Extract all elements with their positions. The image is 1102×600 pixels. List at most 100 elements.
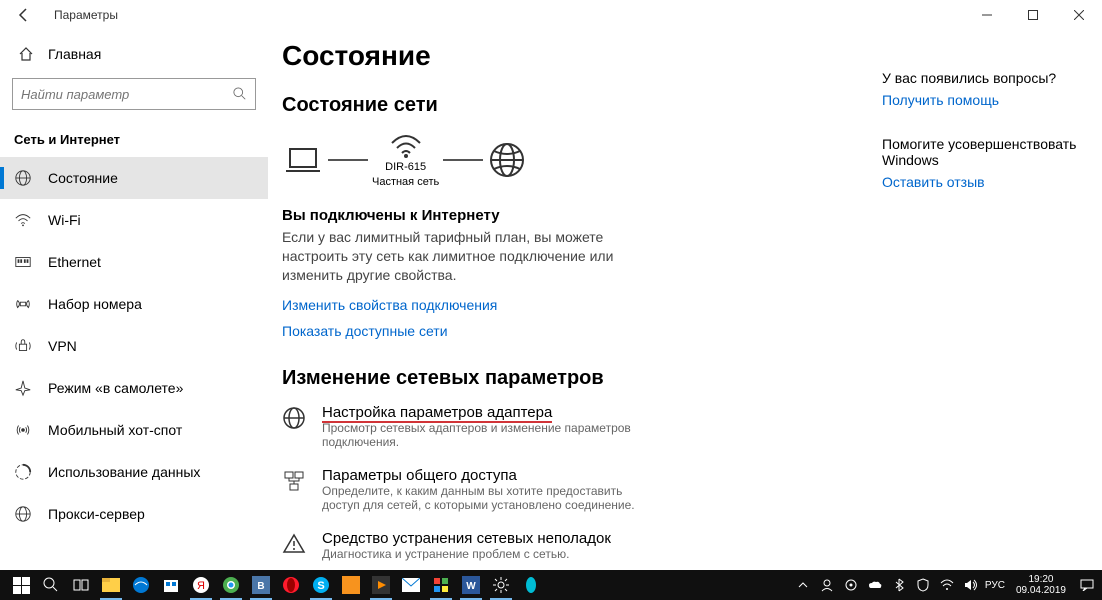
home-icon xyxy=(18,46,34,62)
tray-clock[interactable]: 19:20 09.04.2019 xyxy=(1010,574,1072,596)
taskbar-app-explorer[interactable] xyxy=(96,570,126,600)
taskbar-search[interactable] xyxy=(36,570,66,600)
link-get-help[interactable]: Получить помощь xyxy=(882,92,999,108)
tray-defender-icon[interactable] xyxy=(914,578,932,592)
sidebar-item-ethernet[interactable]: Ethernet xyxy=(0,241,268,283)
hotspot-icon xyxy=(14,421,32,439)
change-params-header: Изменение сетевых параметров xyxy=(282,367,1062,390)
start-button[interactable] xyxy=(6,570,36,600)
sidebar-item-hotspot[interactable]: Мобильный хот-спот xyxy=(0,409,268,451)
sidebar-item-proxy[interactable]: Прокси-сервер xyxy=(0,493,268,535)
link-feedback[interactable]: Оставить отзыв xyxy=(882,174,985,190)
taskbar-app-media[interactable] xyxy=(366,570,396,600)
taskbar-app-vk[interactable]: B xyxy=(246,570,276,600)
sidebar-item-airplane[interactable]: Режим «в самолете» xyxy=(0,367,268,409)
page-title: Состояние xyxy=(282,40,1062,72)
right-panel: У вас появились вопросы? Получить помощь… xyxy=(882,70,1082,218)
tray-people-icon[interactable] xyxy=(818,578,836,592)
svg-text:Я: Я xyxy=(197,580,205,592)
sidebar-home[interactable]: Главная xyxy=(0,36,268,72)
dialup-icon xyxy=(14,295,32,313)
sidebar-item-label: VPN xyxy=(48,338,77,354)
sidebar-item-label: Wi-Fi xyxy=(48,212,81,228)
wifi-name: DIR-615 xyxy=(385,161,426,174)
tray-location-icon[interactable] xyxy=(842,579,860,591)
connection-line xyxy=(328,159,368,161)
taskbar-app-game[interactable] xyxy=(426,570,456,600)
sidebar-item-label: Состояние xyxy=(48,170,118,186)
connected-body: Если у вас лимитный тарифный план, вы мо… xyxy=(282,228,662,285)
sharing-icon xyxy=(282,469,306,493)
action-desc: Диагностика и устранение проблем с сетью… xyxy=(322,547,611,561)
taskbar-app-edge[interactable] xyxy=(126,570,156,600)
maximize-button[interactable] xyxy=(1010,0,1056,30)
taskbar-app-store[interactable] xyxy=(156,570,186,600)
connection-line xyxy=(443,159,483,161)
sidebar-item-dialup[interactable]: Набор номера xyxy=(0,283,268,325)
feedback-question: Помогите усовершенствовать Windows xyxy=(882,136,1082,168)
tray-onedrive-icon[interactable] xyxy=(866,580,884,590)
data-usage-icon xyxy=(14,463,32,481)
action-sharing-settings[interactable]: Параметры общего доступа Определите, к к… xyxy=(282,467,1062,512)
taskbar-app-mail[interactable] xyxy=(396,570,426,600)
svg-text:S: S xyxy=(317,580,324,592)
sidebar-home-label: Главная xyxy=(48,46,101,62)
wifi-icon xyxy=(14,211,32,229)
system-tray: РУС 19:20 09.04.2019 xyxy=(794,574,1096,596)
sidebar-item-status[interactable]: Состояние xyxy=(0,157,268,199)
action-title: Средство устранения сетевых неполадок xyxy=(322,530,611,547)
sidebar-item-label: Использование данных xyxy=(48,464,200,480)
sidebar: Главная Сеть и Интернет Состояние Wi-Fi … xyxy=(0,30,268,570)
sidebar-item-datausage[interactable]: Использование данных xyxy=(0,451,268,493)
search-input[interactable] xyxy=(21,87,233,102)
sidebar-item-label: Режим «в самолете» xyxy=(48,380,183,396)
action-desc: Просмотр сетевых адаптеров и изменение п… xyxy=(322,421,662,449)
wifi-icon xyxy=(388,131,424,159)
sidebar-item-label: Мобильный хот-спот xyxy=(48,422,182,438)
status-icon xyxy=(14,169,32,187)
proxy-icon xyxy=(14,505,32,523)
laptop-icon xyxy=(282,145,324,175)
tray-wifi-icon[interactable] xyxy=(938,579,956,591)
taskbar-app-opera[interactable] xyxy=(276,570,306,600)
sidebar-item-label: Ethernet xyxy=(48,254,101,270)
sidebar-item-wifi[interactable]: Wi-Fi xyxy=(0,199,268,241)
taskbar-app-settings[interactable] xyxy=(486,570,516,600)
action-desc: Определите, к каким данным вы хотите пре… xyxy=(322,484,662,512)
globe-icon xyxy=(487,140,527,180)
sidebar-item-label: Прокси-сервер xyxy=(48,506,145,522)
action-troubleshoot[interactable]: Средство устранения сетевых неполадок Ди… xyxy=(282,530,1062,561)
taskbar-app-yandex[interactable]: Я xyxy=(186,570,216,600)
airplane-icon xyxy=(14,379,32,397)
tray-bluetooth-icon[interactable] xyxy=(890,578,908,592)
sidebar-section-header: Сеть и Интернет xyxy=(0,122,268,157)
help-question: У вас появились вопросы? xyxy=(882,70,1082,86)
tray-notifications-icon[interactable] xyxy=(1078,579,1096,591)
taskbar-app-skype[interactable]: S xyxy=(306,570,336,600)
close-button[interactable] xyxy=(1056,0,1102,30)
search-icon xyxy=(233,87,247,101)
tray-volume-icon[interactable] xyxy=(962,579,980,591)
taskbar-app-word[interactable]: W xyxy=(456,570,486,600)
tray-language[interactable]: РУС xyxy=(986,580,1004,591)
tray-time: 19:20 xyxy=(1016,574,1066,585)
back-button[interactable] xyxy=(12,7,36,23)
taskbar-app-chrome[interactable] xyxy=(216,570,246,600)
sidebar-item-label: Набор номера xyxy=(48,296,142,312)
titlebar: Параметры xyxy=(0,0,1102,30)
taskbar-app-mytarget[interactable] xyxy=(336,570,366,600)
wifi-node: DIR-615 Частная сеть xyxy=(372,131,439,189)
link-change-connection-properties[interactable]: Изменить свойства подключения xyxy=(282,297,497,313)
taskbar-app-assistant[interactable] xyxy=(516,570,546,600)
action-title: Параметры общего доступа xyxy=(322,467,662,484)
tray-date: 09.04.2019 xyxy=(1016,585,1066,596)
action-adapter-settings[interactable]: Настройка параметров адаптера Просмотр с… xyxy=(282,404,1062,449)
sidebar-item-vpn[interactable]: VPN xyxy=(0,325,268,367)
link-show-available-networks[interactable]: Показать доступные сети xyxy=(282,323,448,339)
svg-text:W: W xyxy=(466,581,476,592)
globe-icon xyxy=(282,406,306,430)
minimize-button[interactable] xyxy=(964,0,1010,30)
tray-chevron-up-icon[interactable] xyxy=(794,580,812,590)
search-box[interactable] xyxy=(12,78,256,110)
task-view-button[interactable] xyxy=(66,570,96,600)
